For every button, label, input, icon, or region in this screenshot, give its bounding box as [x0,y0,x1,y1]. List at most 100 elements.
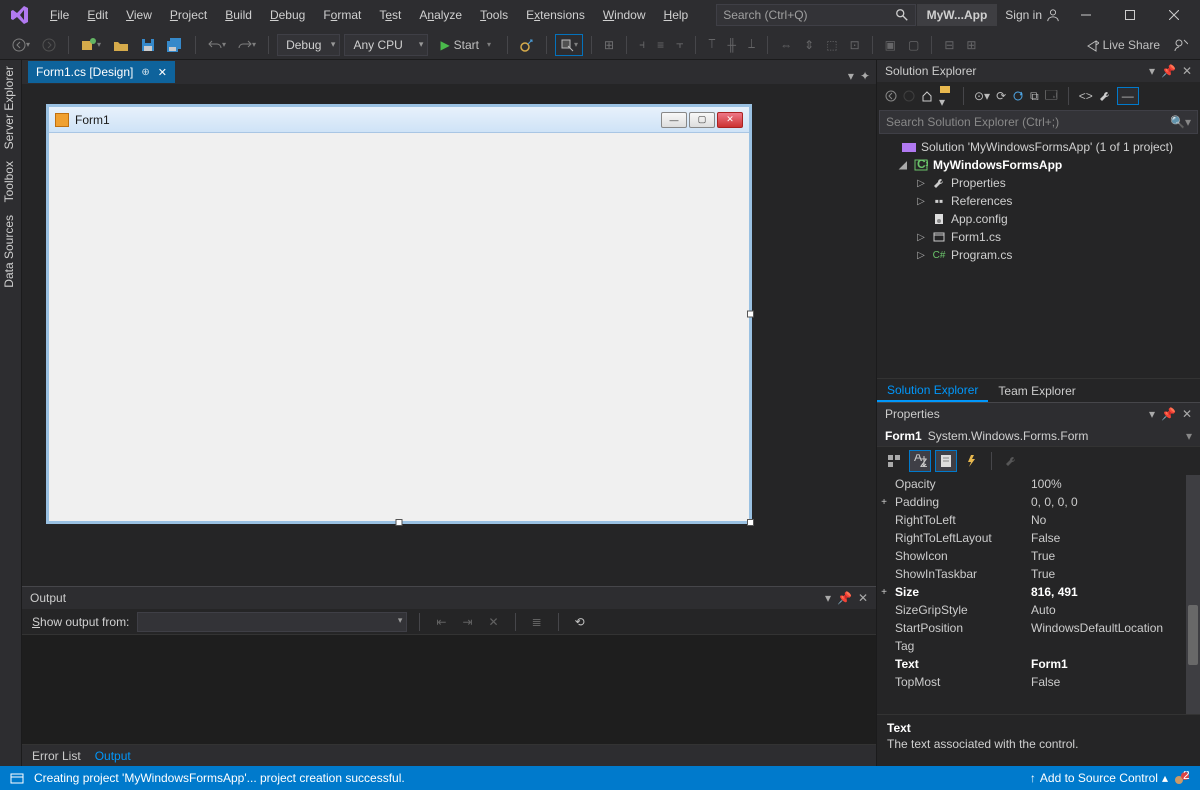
se-sync-icon[interactable]: ▾ [939,83,953,109]
output-close-icon[interactable]: ✕ [858,591,868,605]
selection-button[interactable]: ▾ [555,34,583,56]
se-code-icon[interactable]: <> [1079,89,1093,103]
menu-edit[interactable]: Edit [79,4,116,26]
tab-team-explorer[interactable]: Team Explorer [988,381,1085,401]
se-preview-icon[interactable]: 🗔 [1045,86,1058,107]
align-right-button[interactable]: ⫟ [672,34,687,56]
se-collapse-icon[interactable]: ⊙▾ [974,89,990,103]
property-row[interactable]: SizeGripStyleAuto [877,601,1200,619]
align-bottom-button[interactable]: ⟘ [744,34,759,56]
tree-properties[interactable]: ▷Properties [883,174,1194,192]
se-search-input[interactable]: Search Solution Explorer (Ctrl+;) 🔍▾ [879,110,1198,134]
properties-object-combo[interactable]: Form1 System.Windows.Forms.Form ▾ [877,425,1200,447]
se-refresh-icon[interactable] [1012,90,1024,102]
prop-alpha-icon[interactable]: AZ [909,450,931,472]
se-copy-icon[interactable]: ⧉ [1030,89,1039,104]
nav-back-button[interactable]: ▾ [8,34,34,56]
align-top-button[interactable]: ⟙ [704,34,719,56]
pin-icon[interactable]: ⊕ [141,67,149,78]
resize-handle-bm[interactable] [396,519,403,526]
tree-references[interactable]: ▷▪▪References [883,192,1194,210]
sign-in-button[interactable]: Sign in [1005,8,1060,22]
property-row[interactable]: RightToLeftNo [877,511,1200,529]
form-body[interactable] [49,133,749,521]
tree-program[interactable]: ▷C#Program.cs [883,246,1194,264]
menu-project[interactable]: Project [162,4,215,26]
align-grid-button[interactable]: ⊞ [600,34,618,56]
output-source-combo[interactable] [137,612,407,632]
output-clear-button[interactable]: ✕ [485,611,503,633]
property-row[interactable]: TextForm1 [877,655,1200,673]
undo-button[interactable]: ▾ [204,34,230,56]
property-row[interactable]: ShowInTaskbarTrue [877,565,1200,583]
output-next-button[interactable]: ⇥ [458,611,476,633]
save-button[interactable] [137,34,159,56]
browser-link-button[interactable] [516,34,538,56]
menu-file[interactable]: File [42,4,77,26]
property-row[interactable]: Opacity100% [877,475,1200,493]
size-button[interactable]: ⬚ [822,34,841,56]
menu-extensions[interactable]: Extensions [518,4,593,26]
property-row[interactable]: RightToLeftLayoutFalse [877,529,1200,547]
se-view-icon[interactable]: — [1117,87,1139,105]
se-dropdown-icon[interactable]: ▾ [1149,64,1155,78]
titlebar-search-input[interactable]: Search (Ctrl+Q) [716,4,916,26]
tab-dropdown-icon[interactable]: ▾ [848,69,854,83]
output-dropdown-icon[interactable]: ▾ [825,591,831,605]
se-fwd-icon[interactable] [903,90,915,102]
se-close-icon[interactable]: ✕ [1182,64,1192,78]
menu-analyze[interactable]: Analyze [411,4,470,26]
align-left-button[interactable]: ⫞ [635,34,649,56]
open-button[interactable] [109,34,133,56]
source-control-button[interactable]: ↑ Add to Source Control ▴ [1030,771,1168,785]
designed-form[interactable]: Form1 — ▢ ✕ [46,104,752,524]
output-body[interactable] [22,635,876,744]
resize-handle-br[interactable] [747,519,754,526]
redo-button[interactable]: ▾ [234,34,260,56]
save-all-button[interactable] [163,34,187,56]
property-row[interactable]: StartPositionWindowsDefaultLocation [877,619,1200,637]
prop-categorized-icon[interactable] [883,450,905,472]
server-explorer-tab[interactable]: Server Explorer [2,66,19,149]
start-button[interactable]: ▶Start▾ [432,34,499,56]
scrollbar-thumb[interactable] [1188,605,1198,665]
hspace-button[interactable]: ⇔ [776,34,796,56]
resize-handle-mr[interactable] [747,311,754,318]
prop-dropdown-icon[interactable]: ▾ [1149,407,1155,421]
new-project-button[interactable]: ▾ [77,34,105,56]
nav-fwd-button[interactable] [38,34,60,56]
live-share-button[interactable]: Live Share [1081,34,1164,56]
solution-tree[interactable]: Solution 'MyWindowsFormsApp' (1 of 1 pro… [877,134,1200,378]
menu-tools[interactable]: Tools [472,4,516,26]
output-prev-button[interactable]: ⇤ [432,611,450,633]
close-button[interactable] [1156,1,1192,29]
menu-build[interactable]: Build [217,4,260,26]
menu-window[interactable]: Window [595,4,654,26]
align-middle-button[interactable]: ╫ [724,34,741,56]
tab-order-button[interactable]: ⊟ [940,34,958,56]
property-row[interactable]: +Padding0, 0, 0, 0 [877,493,1200,511]
document-tab-form1[interactable]: Form1.cs [Design] ⊕ ✕ [28,61,175,83]
output-wrap-button[interactable]: ≣ [528,611,546,633]
data-sources-tab[interactable]: Data Sources [2,215,19,288]
se-showall-icon[interactable]: ⟳ [996,89,1006,103]
tree-solution[interactable]: Solution 'MyWindowsFormsApp' (1 of 1 pro… [883,138,1194,156]
tab-error-list[interactable]: Error List [32,749,81,763]
feedback-button[interactable] [1170,34,1192,56]
platform-combo[interactable]: Any CPU [344,34,428,56]
scrollbar[interactable] [1186,475,1200,714]
toolbox-tab[interactable]: Toolbox [2,161,19,202]
se-home-icon[interactable] [921,90,933,102]
tab-output[interactable]: Output [95,749,131,763]
center-button[interactable]: ⊡ [846,34,864,56]
lock-button[interactable]: ⊞ [962,34,980,56]
vspace-button[interactable]: ⇕ [800,34,818,56]
close-tab-icon[interactable]: ✕ [158,66,167,79]
prop-close-icon[interactable]: ✕ [1182,407,1192,421]
prop-pin-icon[interactable]: 📌 [1161,407,1176,421]
tab-solution-explorer[interactable]: Solution Explorer [877,380,988,402]
property-row[interactable]: +Size816, 491 [877,583,1200,601]
prop-pages-icon[interactable] [1000,450,1022,472]
maximize-button[interactable] [1112,1,1148,29]
properties-grid[interactable]: Opacity100%+Padding0, 0, 0, 0RightToLeft… [877,475,1200,714]
